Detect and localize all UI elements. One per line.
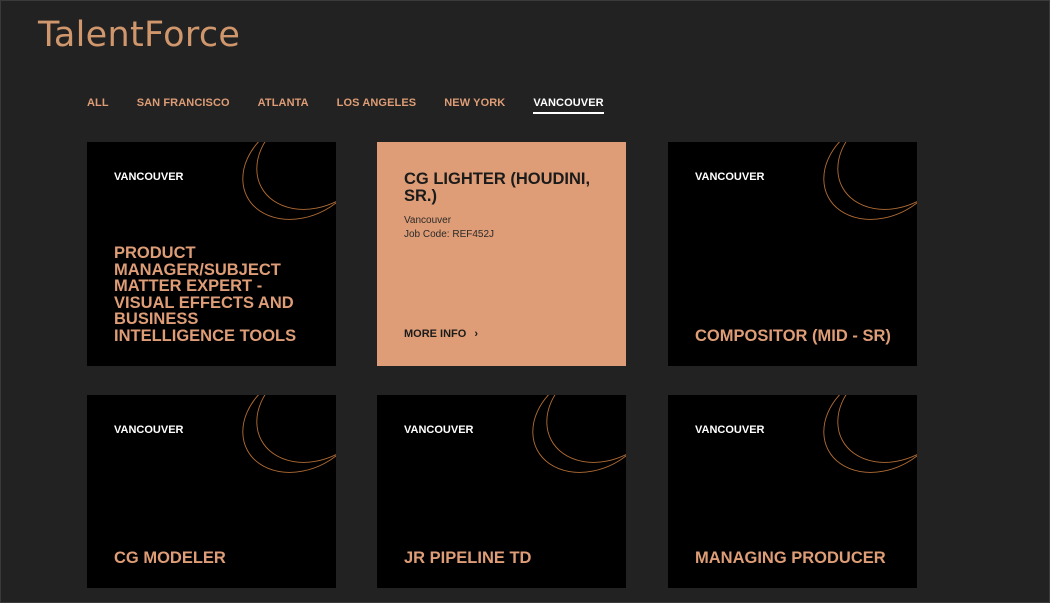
filter-tab-atlanta[interactable]: ATLANTA — [258, 97, 309, 114]
job-card-cg-lighter[interactable]: CG LIGHTER (HOUDINI, SR.) Vancouver Job … — [377, 142, 626, 366]
filter-tab-new-york[interactable]: NEW YORK — [444, 97, 505, 114]
job-title[interactable]: JR PIPELINE TD — [404, 549, 608, 567]
filter-tab-san-francisco[interactable]: SAN FRANCISCO — [137, 97, 230, 114]
filter-tab-los-angeles[interactable]: LOS ANGELES — [337, 97, 417, 114]
job-location: VANCOUVER — [404, 424, 474, 436]
more-info-label: MORE INFO — [404, 328, 467, 340]
job-code: Job Code: REF452J — [404, 229, 495, 240]
job-city: Vancouver — [404, 215, 452, 226]
decorative-rings-graphic — [823, 142, 917, 220]
job-card-managing-producer[interactable]: VANCOUVER MANAGING PRODUCER — [668, 395, 917, 588]
job-title[interactable]: COMPOSITOR (MID - SR) — [695, 327, 899, 345]
decorative-rings-graphic — [823, 395, 917, 473]
filter-tab-all[interactable]: ALL — [87, 97, 109, 114]
location-filter-tabs: ALL SAN FRANCISCO ATLANTA LOS ANGELES NE… — [87, 97, 632, 114]
job-card-jr-pipeline-td[interactable]: VANCOUVER JR PIPELINE TD — [377, 395, 626, 588]
job-details: Vancouver Job Code: REF452J — [404, 214, 494, 242]
more-info-link[interactable]: MORE INFO › — [404, 328, 478, 340]
job-title[interactable]: CG MODELER — [114, 549, 318, 567]
job-card-cg-modeler[interactable]: VANCOUVER CG MODELER — [87, 395, 336, 588]
job-card-compositor[interactable]: VANCOUVER COMPOSITOR (MID - SR) — [668, 142, 917, 366]
job-title[interactable]: PRODUCT MANAGER/SUBJECT MATTER EXPERT - … — [114, 245, 318, 344]
decorative-rings-graphic — [532, 395, 626, 473]
job-location: VANCOUVER — [114, 424, 184, 436]
job-location: VANCOUVER — [114, 171, 184, 183]
site-logo[interactable]: TalentForce — [38, 15, 240, 55]
filter-tab-vancouver[interactable]: VANCOUVER — [533, 97, 604, 114]
job-location: VANCOUVER — [695, 424, 765, 436]
chevron-right-icon: › — [474, 328, 479, 340]
job-location: VANCOUVER — [695, 171, 765, 183]
job-title[interactable]: CG LIGHTER (HOUDINI, SR.) — [404, 171, 608, 204]
job-title[interactable]: MANAGING PRODUCER — [695, 549, 899, 567]
job-card-product-manager[interactable]: VANCOUVER PRODUCT MANAGER/SUBJECT MATTER… — [87, 142, 336, 366]
decorative-rings-graphic — [242, 142, 336, 220]
decorative-rings-graphic — [242, 395, 336, 473]
